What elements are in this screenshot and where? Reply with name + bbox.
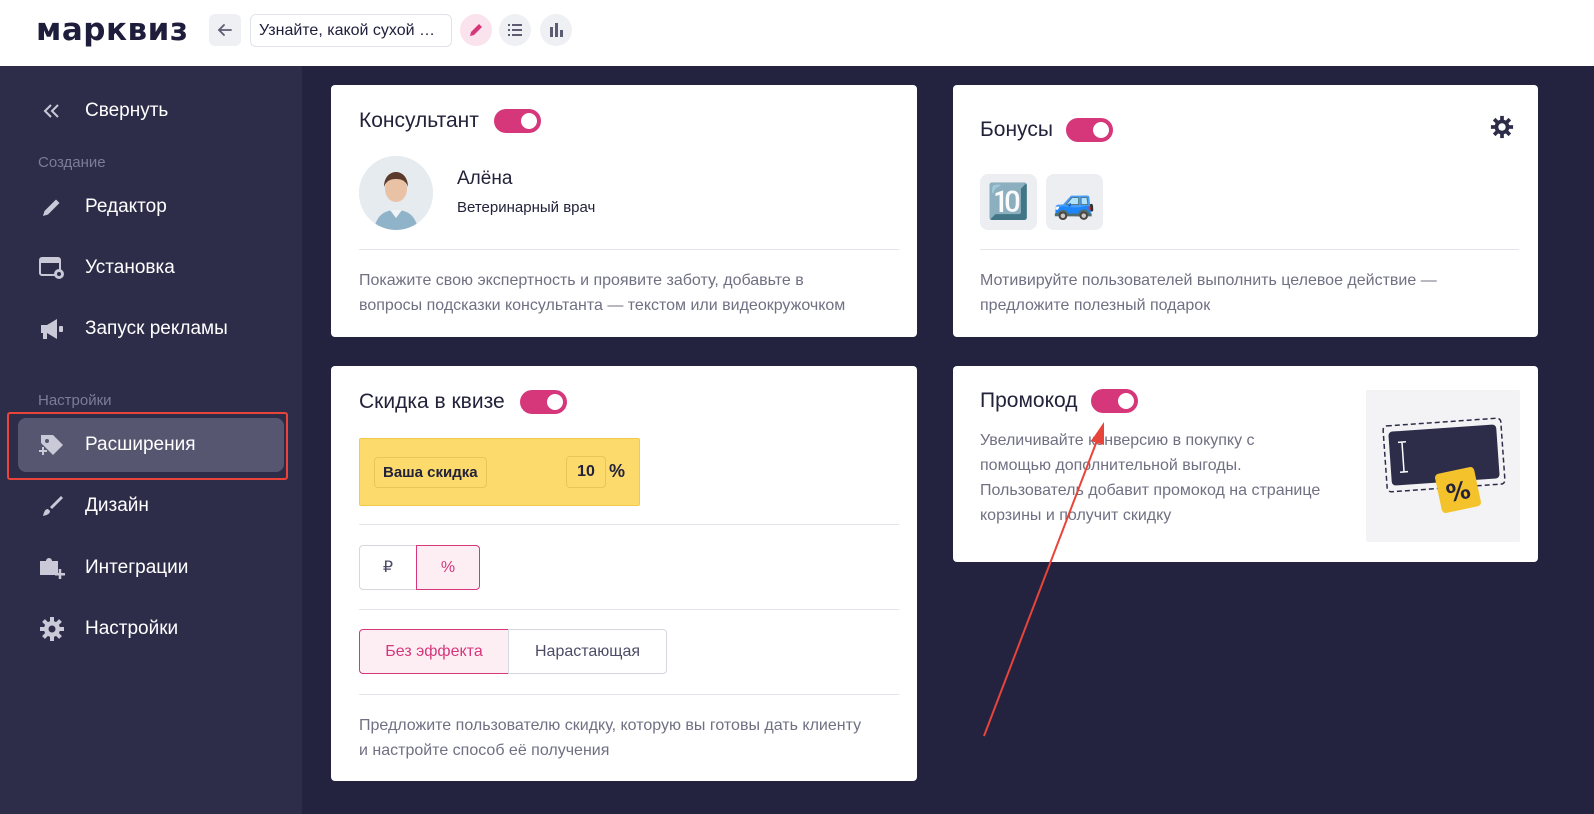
edit-mode-button[interactable] — [460, 14, 492, 46]
section-create-heading: Создание — [38, 154, 106, 171]
discount-title: Скидка в квизе — [359, 390, 505, 413]
gear-icon — [38, 615, 66, 643]
consultant-toggle[interactable] — [494, 109, 541, 133]
collapse-label: Свернуть — [85, 100, 169, 121]
effect-growing-button[interactable]: Нарастающая — [508, 629, 667, 674]
sidebar-item-ads[interactable]: Запуск рекламы — [18, 302, 284, 356]
gear-icon[interactable] — [1490, 115, 1514, 139]
bonuses-title: Бонусы — [980, 118, 1053, 141]
pencil-icon — [470, 24, 482, 36]
section-settings-heading: Настройки — [38, 392, 112, 409]
install-window-icon — [38, 254, 66, 282]
quiz-title-field[interactable]: Узнайте, какой сухой … — [250, 14, 452, 47]
pencil-icon — [38, 193, 66, 221]
desc-line: Пользователь добавит промокод на страниц… — [980, 482, 1321, 499]
desc-line: Предложите пользователю скидку, которую … — [359, 717, 862, 734]
consultant-role: Ветеринарный врач — [457, 199, 596, 216]
discount-preview: Ваша скидка 10 % — [359, 438, 640, 506]
desc-line: предложите полезный подарок — [980, 297, 1211, 314]
sidebar-item-integrations[interactable]: Интеграции — [18, 541, 284, 595]
desc-line: вопросы подсказки консультанта — текстом… — [359, 297, 846, 314]
arrow-left-icon — [217, 24, 232, 36]
megaphone-icon — [38, 315, 66, 343]
divider — [359, 249, 899, 250]
discount-card: Скидка в квизе Ваша скидка 10 % ₽ % Без … — [331, 366, 917, 781]
brush-icon — [38, 492, 66, 520]
bonuses-description: Мотивируйте пользователей выполнить целе… — [980, 268, 1437, 318]
sidebar-item-label: Дизайн — [85, 495, 149, 516]
promocode-card: Промокод Увеличивайте конверсию в покупк… — [953, 366, 1538, 562]
bonuses-card: Бонусы 🔟 🚙 Мотивируйте пользователей вып… — [953, 85, 1538, 337]
top-bar: марквиз Узнайте, какой сухой … — [0, 0, 1594, 66]
back-button[interactable] — [209, 14, 241, 46]
sidebar-item-label: Редактор — [85, 196, 167, 217]
sidebar-item-label: Интеграции — [85, 557, 189, 578]
sidebar-item-install[interactable]: Установка — [18, 241, 284, 295]
desc-line: и настройте способ её получения — [359, 742, 610, 759]
divider — [359, 524, 899, 525]
stats-button[interactable] — [540, 14, 572, 46]
consultant-title: Консультант — [359, 109, 479, 132]
consultant-card: Консультант Алёна Ветеринарный врач Пока… — [331, 85, 917, 337]
sidebar-item-design[interactable]: Дизайн — [18, 479, 284, 533]
desc-line: Покажите свою экспертность и проявите за… — [359, 272, 804, 289]
currency-rub-button[interactable]: ₽ — [359, 545, 417, 590]
logo[interactable]: марквиз — [36, 12, 188, 48]
sidebar-item-label: Установка — [85, 257, 175, 278]
list-button[interactable] — [499, 14, 531, 46]
promocode-toggle[interactable] — [1091, 389, 1138, 413]
bonus-tile[interactable]: 🔟 — [980, 174, 1037, 230]
discount-unit: % — [609, 461, 626, 481]
bonus-tile[interactable]: 🚙 — [1046, 174, 1103, 230]
currency-percent-button[interactable]: % — [416, 545, 480, 590]
double-chevron-left-icon — [38, 97, 66, 125]
sidebar-item-settings[interactable]: Настройки — [18, 602, 284, 656]
promocode-illustration: % — [1366, 390, 1520, 542]
bar-chart-icon — [550, 23, 563, 37]
desc-line: Мотивируйте пользователей выполнить целе… — [980, 272, 1437, 289]
divider — [359, 694, 899, 695]
desc-line: Увеличивайте конверсию в покупку с — [980, 432, 1255, 449]
consultant-name: Алёна — [457, 168, 513, 189]
desc-line: помощью дополнительной выгоды. — [980, 457, 1242, 474]
consultant-description: Покажите свою экспертность и проявите за… — [359, 268, 845, 318]
collapse-button[interactable]: Свернуть — [18, 84, 284, 138]
sidebar-item-label: Настройки — [85, 618, 179, 639]
divider — [980, 249, 1519, 250]
puzzle-plus-icon — [38, 554, 66, 582]
discount-label[interactable]: Ваша скидка — [374, 457, 487, 488]
effect-none-button[interactable]: Без эффекта — [359, 629, 509, 674]
number-ten-icon: 🔟 — [987, 183, 1030, 221]
list-icon — [508, 24, 522, 36]
promocode-description: Увеличивайте конверсию в покупку с помощ… — [980, 428, 1320, 528]
bonuses-toggle[interactable] — [1066, 118, 1113, 142]
divider — [359, 609, 899, 610]
discount-toggle[interactable] — [520, 390, 567, 414]
promocode-title: Промокод — [980, 389, 1078, 412]
desc-line: корзины и получит скидку — [980, 507, 1172, 524]
car-icon: 🚙 — [1053, 183, 1096, 221]
avatar — [359, 156, 433, 230]
discount-description: Предложите пользователю скидку, которую … — [359, 713, 861, 763]
sidebar-item-label: Запуск рекламы — [85, 318, 228, 339]
sidebar-item-editor[interactable]: Редактор — [18, 180, 284, 234]
discount-value-input[interactable]: 10 — [566, 456, 606, 488]
highlight-box — [7, 412, 288, 480]
